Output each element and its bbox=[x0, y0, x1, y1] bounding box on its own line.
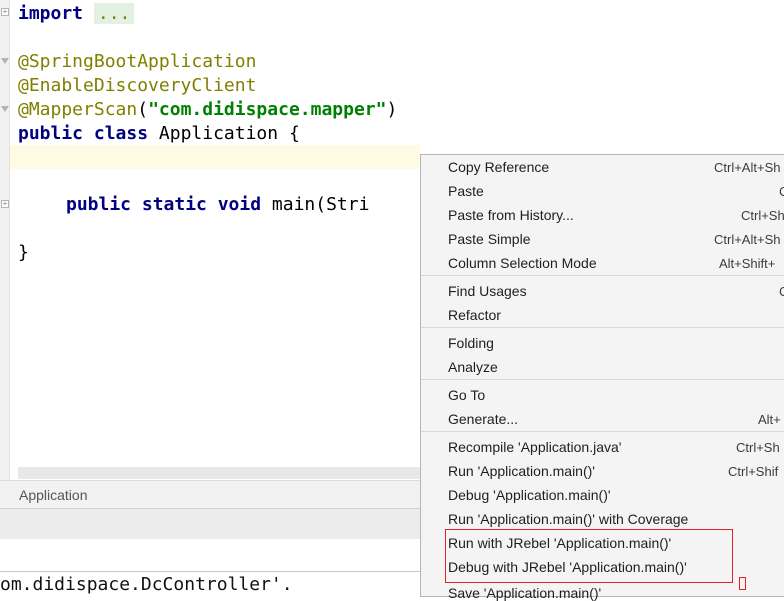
shortcut-label: Ctrl+Alt+Sh bbox=[714, 160, 781, 175]
editor-gutter bbox=[0, 0, 10, 480]
horizontal-scrollbar[interactable] bbox=[18, 467, 420, 479]
menu-item-paste-simple[interactable]: Paste Simple bbox=[448, 231, 530, 247]
paren: ) bbox=[386, 99, 398, 120]
menu-item-paste-from-history[interactable]: Paste from History... bbox=[448, 207, 574, 223]
breadcrumb-item[interactable]: Application bbox=[19, 487, 88, 503]
shortcut-label: Ctrl+Sh bbox=[741, 208, 784, 223]
menu-separator bbox=[421, 275, 784, 276]
annotation: @MapperScan bbox=[18, 99, 138, 120]
menu-item-run-with-coverage[interactable]: Run 'Application.main()' with Coverage bbox=[448, 511, 688, 527]
shortcut-label: C bbox=[779, 284, 784, 299]
menu-item-debug-main[interactable]: Debug 'Application.main()' bbox=[448, 487, 611, 503]
folded-imports[interactable]: ... bbox=[93, 3, 135, 24]
menu-item-save[interactable]: Save 'Application.main()' bbox=[448, 585, 601, 601]
code-line-close-brace[interactable]: } bbox=[18, 241, 29, 265]
code-line-class[interactable]: public class Application { bbox=[18, 122, 300, 146]
menu-item-run-main[interactable]: Run 'Application.main()' bbox=[448, 463, 595, 479]
menu-item-recompile[interactable]: Recompile 'Application.java' bbox=[448, 439, 621, 455]
shortcut-label: Alt+Shift+ bbox=[719, 256, 776, 271]
fold-collapse-icon[interactable] bbox=[1, 106, 9, 112]
keyword: class bbox=[93, 123, 149, 144]
keyword: import bbox=[18, 3, 84, 24]
shortcut-label: C bbox=[779, 184, 784, 199]
jrebel-highlight-box bbox=[445, 529, 733, 583]
menu-item-copy-reference[interactable]: Copy Reference bbox=[448, 159, 549, 175]
shortcut-label: Ctrl+Sh bbox=[736, 440, 780, 455]
text-cursor-marker bbox=[739, 577, 746, 590]
shortcut-label: Alt+ bbox=[758, 412, 781, 427]
menu-separator bbox=[421, 431, 784, 432]
keyword: public bbox=[18, 123, 84, 144]
code-line-import[interactable]: import ... bbox=[18, 2, 135, 26]
string-literal: "com.didispace.mapper" bbox=[148, 99, 387, 120]
menu-item-generate[interactable]: Generate... bbox=[448, 411, 518, 427]
menu-item-folding[interactable]: Folding bbox=[448, 335, 494, 351]
menu-item-go-to[interactable]: Go To bbox=[448, 387, 485, 403]
menu-item-column-selection-mode[interactable]: Column Selection Mode bbox=[448, 255, 597, 271]
method-signature: main(Stri bbox=[261, 194, 370, 215]
caret-line-highlight bbox=[10, 145, 420, 169]
menu-item-paste[interactable]: Paste bbox=[448, 183, 484, 199]
breadcrumb: Application bbox=[0, 480, 420, 509]
tool-window-strip bbox=[0, 508, 420, 539]
code-line-mapperscan[interactable]: @MapperScan("com.didispace.mapper") bbox=[18, 98, 397, 122]
shortcut-label: Ctrl+Alt+Sh bbox=[714, 232, 781, 247]
fold-expand-icon[interactable]: + bbox=[1, 200, 9, 208]
menu-item-refactor[interactable]: Refactor bbox=[448, 307, 501, 323]
fold-collapse-icon[interactable] bbox=[1, 58, 9, 64]
code-line-annotation[interactable]: @SpringBootApplication bbox=[18, 50, 256, 74]
menu-item-find-usages[interactable]: Find Usages bbox=[448, 283, 527, 299]
shortcut-label: Ctrl+Shif bbox=[728, 464, 779, 479]
paren: ( bbox=[137, 99, 149, 120]
menu-item-analyze[interactable]: Analyze bbox=[448, 359, 498, 375]
code-line-main[interactable]: public static void main(Stri bbox=[66, 193, 369, 217]
fold-expand-icon[interactable]: + bbox=[1, 8, 9, 16]
console-output: om.didispace.DcController'. bbox=[0, 571, 420, 598]
class-name: Application { bbox=[148, 123, 300, 144]
menu-separator bbox=[421, 327, 784, 328]
code-line-annotation[interactable]: @EnableDiscoveryClient bbox=[18, 74, 256, 98]
keyword: public static void bbox=[66, 194, 262, 215]
console-line: om.didispace.DcController'. bbox=[0, 574, 293, 595]
menu-separator bbox=[421, 379, 784, 380]
